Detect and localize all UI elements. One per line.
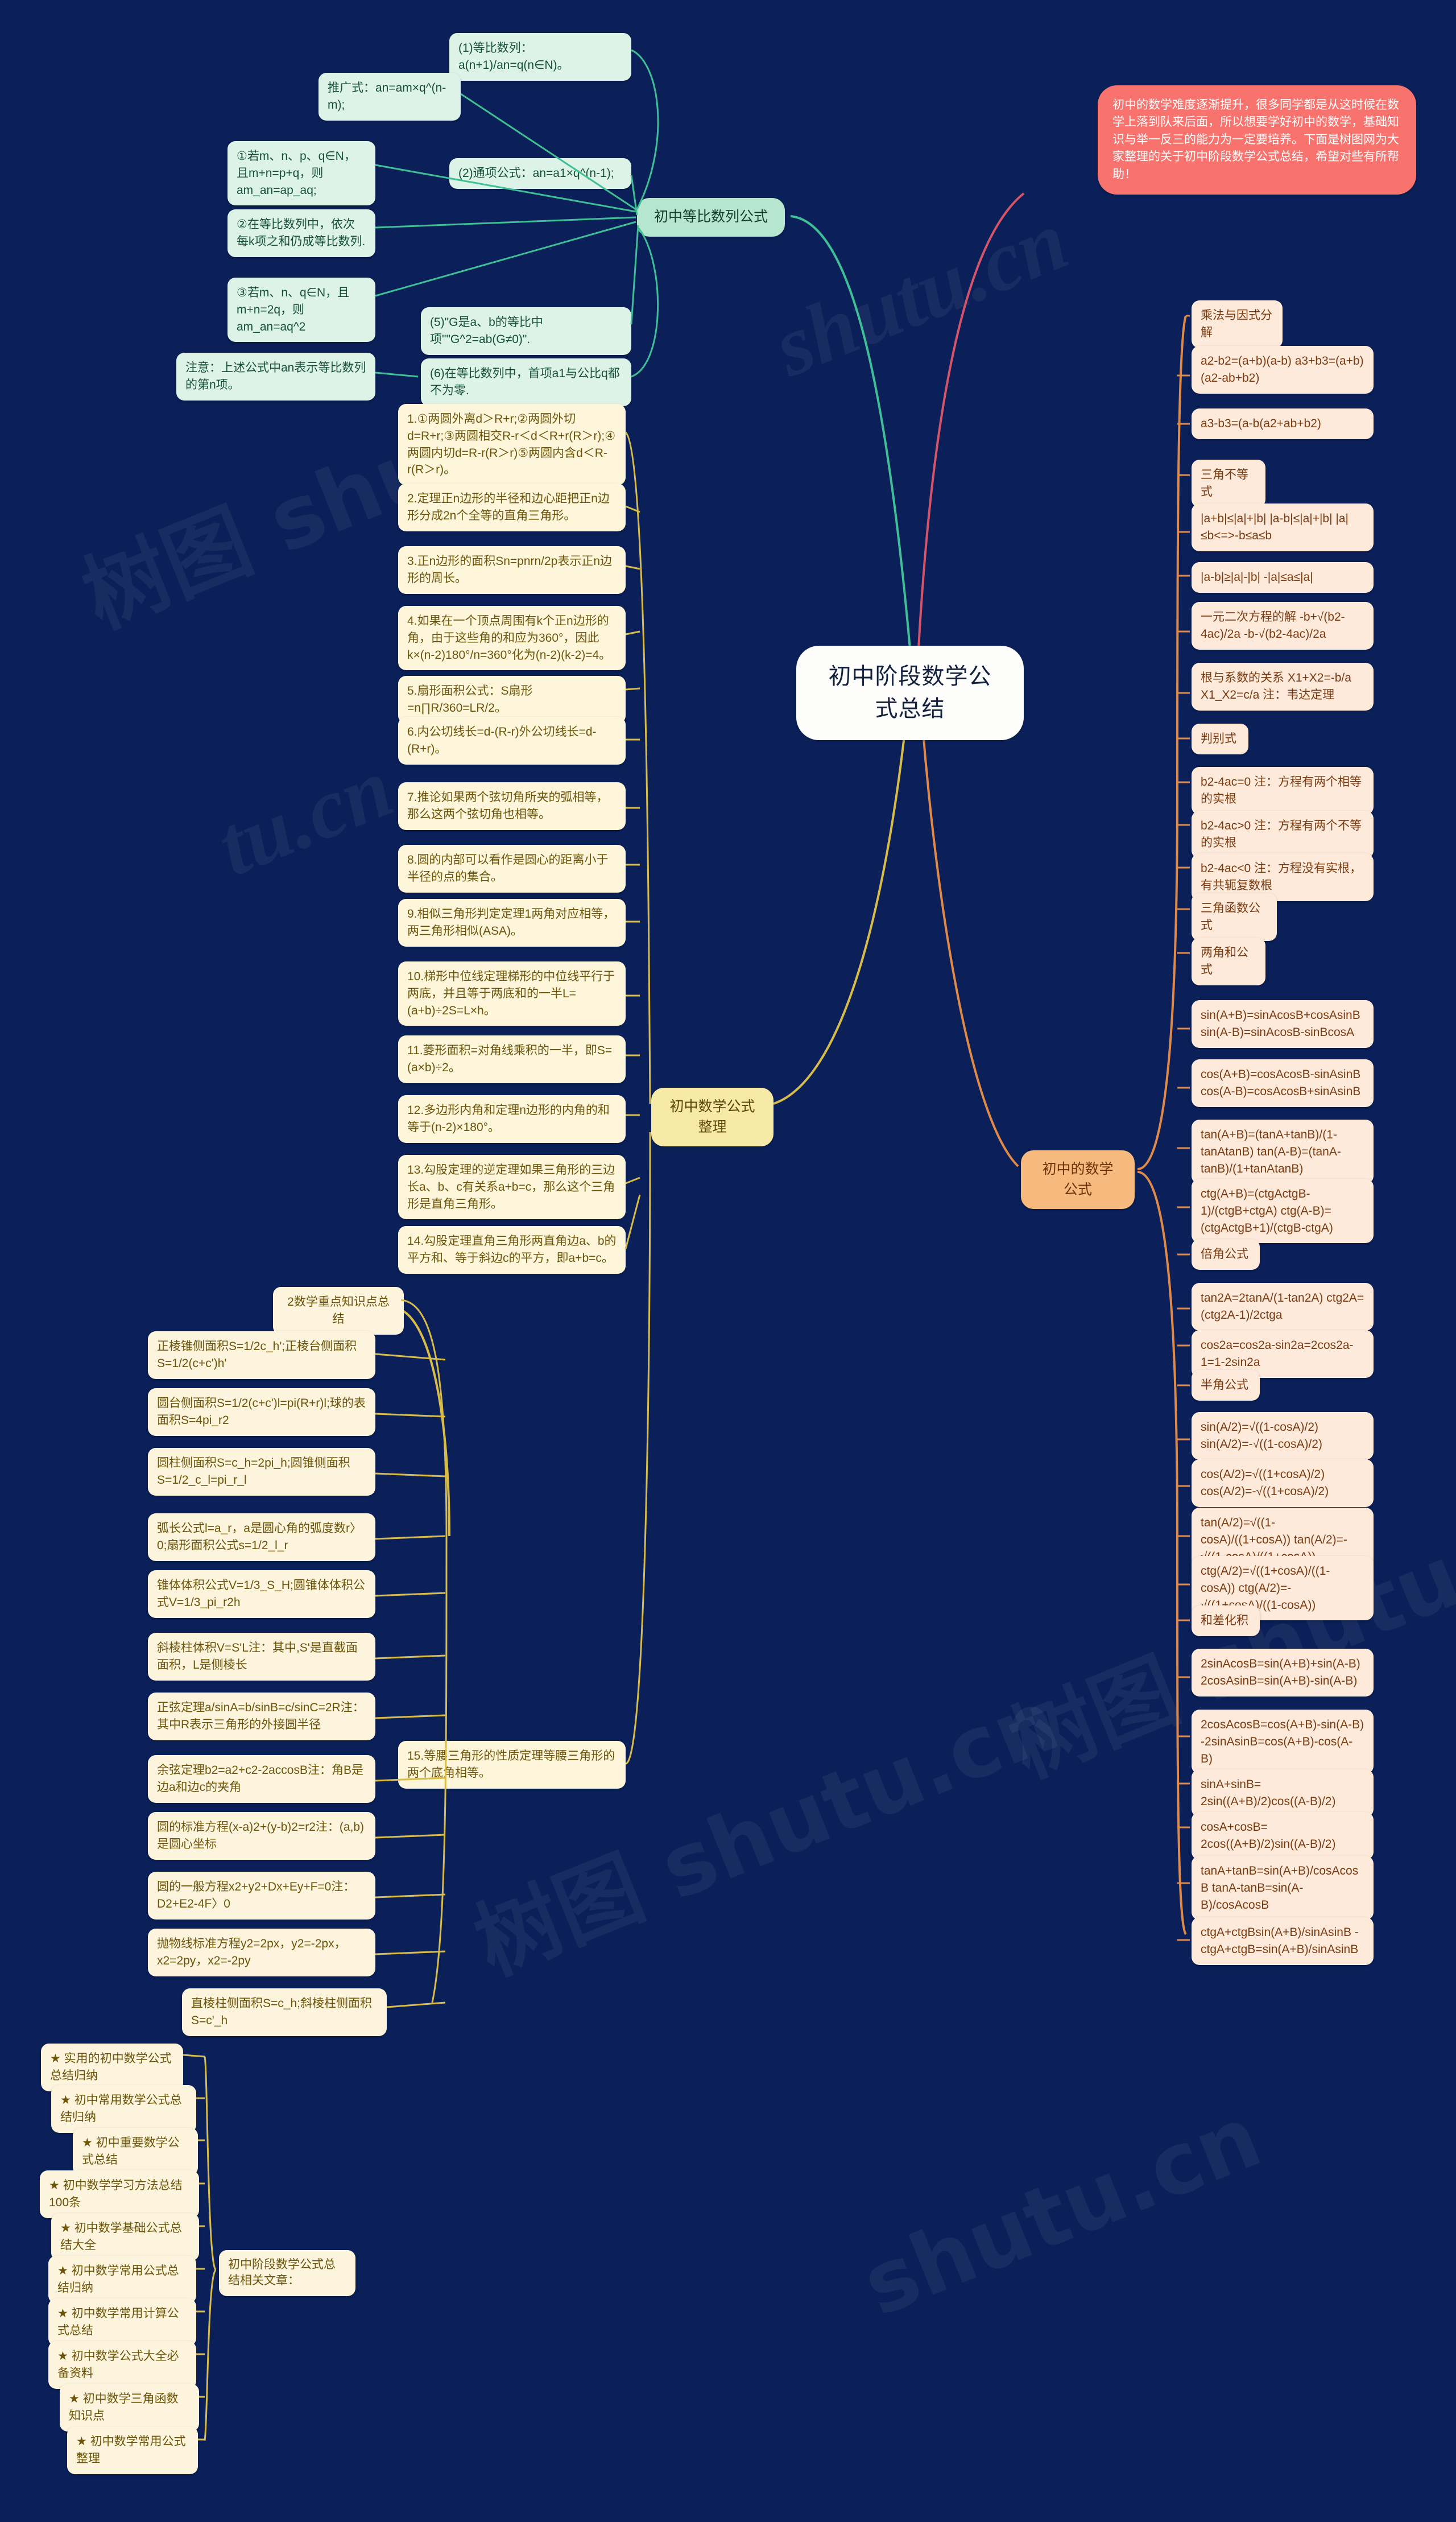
node-algebra-5[interactable]: 一元二次方程的解 -b+√(b2-4ac)/2a -b-√(b2-4ac)/2a bbox=[1192, 602, 1374, 650]
node-geometry-11[interactable]: 11.菱形面积=对角线乘积的一半，即S=(a×b)÷2。 bbox=[398, 1035, 626, 1083]
group-title-trig-functions[interactable]: 三角函数公式 bbox=[1192, 893, 1277, 941]
watermark: 树图 shutu.cn bbox=[462, 1670, 1072, 1995]
node-keypoint-8[interactable]: 余弦定理b2=a2+c2-2accosB注：角B是边a和边c的夹角 bbox=[148, 1755, 375, 1803]
node-keypoint-7[interactable]: 正弦定理a/sinA=b/sinB=c/sinC=2R注：其中R表示三角形的外接… bbox=[148, 1693, 375, 1740]
node-keypoint-9[interactable]: 圆的标准方程(x-a)2+(y-b)2=r2注：(a,b)是圆心坐标 bbox=[148, 1812, 375, 1860]
hub-algebra-formulas[interactable]: 初中的数学公式 bbox=[1021, 1150, 1135, 1209]
node-algebra-16[interactable]: sin(A/2)=√((1-cosA)/2) sin(A/2)=-√((1-co… bbox=[1192, 1412, 1374, 1460]
node-related-10[interactable]: ★ 初中数学常用公式整理 bbox=[67, 2426, 198, 2474]
group-title-multiplication-factoring[interactable]: 乘法与因式分解 bbox=[1192, 300, 1283, 348]
node-algebra-8[interactable]: b2-4ac>0 注：方程有两个不等的实根 bbox=[1192, 811, 1374, 858]
node-keypoint-1[interactable]: 正棱锥侧面积S=1/2c_h';正棱台侧面积S=1/2(c+c')h' bbox=[148, 1331, 375, 1379]
node-related-6[interactable]: ★ 初中数学常用公式总结归纳 bbox=[48, 2256, 196, 2304]
node-algebra-2[interactable]: a3-b3=(a-b(a2+ab+b2) bbox=[1192, 408, 1374, 439]
node-sequence-4[interactable]: (2)通项公式：an=a1×q^(n-1); bbox=[449, 158, 631, 189]
node-related-5[interactable]: ★ 初中数学基础公式总结大全 bbox=[51, 2213, 199, 2261]
group-title-half-angle[interactable]: 半角公式 bbox=[1192, 1370, 1260, 1401]
node-sequence-8[interactable]: 注意：上述公式中an表示等比数列的第n项。 bbox=[176, 353, 375, 401]
intro-bubble[interactable]: 初中的数学难度逐渐提升，很多同学都是从这时候在数学上落到队来后面，所以想要学好初… bbox=[1098, 85, 1416, 195]
node-geometry-6[interactable]: 6.内公切线长=d-(R-r)外公切线长=d-(R+r)。 bbox=[398, 717, 626, 765]
node-keypoint-3[interactable]: 圆柱侧面积S=c_h=2pi_h;圆锥侧面积S=1/2_c_l=pi_r_l bbox=[148, 1448, 375, 1496]
node-algebra-20[interactable]: 2sinAcosB=sin(A+B)+sin(A-B) 2cosAsinB=si… bbox=[1192, 1649, 1374, 1697]
node-sequence-5[interactable]: ②在等比数列中，依次每k项之和仍成等比数列. bbox=[228, 209, 375, 257]
node-keypoint-2[interactable]: 圆台侧面积S=1/2(c+c')l=pi(R+r)l;球的表面积S=4pi_r2 bbox=[148, 1388, 375, 1436]
node-related-1[interactable]: ★ 实用的初中数学公式总结归纳 bbox=[41, 2044, 183, 2091]
node-keypoint-10[interactable]: 圆的一般方程x2+y2+Dx+Ey+F=0注：D2+E2-4F〉0 bbox=[148, 1872, 375, 1920]
node-geometry-7[interactable]: 7.推论如果两个弦切角所夹的弧相等，那么这两个弦切角也相等。 bbox=[398, 782, 626, 830]
node-sequence-3[interactable]: ①若m、n、p、q∈N，且m+n=p+q，则am_an=ap_aq; bbox=[228, 141, 375, 206]
node-keypoint-5[interactable]: 锥体体积公式V=1/3_S_H;圆锥体体积公式V=1/3_pi_r2h bbox=[148, 1570, 375, 1618]
node-sequence-2[interactable]: 推广式：an=am×q^(n-m); bbox=[318, 73, 461, 121]
node-related-9[interactable]: ★ 初中数学三角函数知识点 bbox=[60, 2384, 199, 2432]
node-sequence-7[interactable]: (5)"G是a、b的等比中项""G^2=ab(G≠0)". bbox=[421, 307, 631, 355]
node-algebra-25[interactable]: ctgA+ctgBsin(A+B)/sinAsinB -ctgA+ctgB=si… bbox=[1192, 1917, 1374, 1965]
node-algebra-14[interactable]: tan2A=2tanA/(1-tan2A) ctg2A=(ctg2A-1)/2c… bbox=[1192, 1283, 1374, 1331]
node-geometry-note-15[interactable]: 15.等腰三角形的性质定理等腰三角形的两个底角相等。 bbox=[398, 1741, 626, 1789]
group-title-sum-product[interactable]: 和差化积 bbox=[1192, 1605, 1260, 1636]
watermark: shutu.cn bbox=[761, 192, 1081, 395]
hub-key-knowledge-points[interactable]: 2数学重点知识点总结 bbox=[273, 1287, 404, 1335]
group-title-triangle-inequality[interactable]: 三角不等式 bbox=[1192, 460, 1265, 507]
node-algebra-22[interactable]: sinA+sinB= 2sin((A+B)/2)cos((A-B)/2) bbox=[1192, 1769, 1374, 1817]
node-related-4[interactable]: ★ 初中数学学习方法总结100条 bbox=[40, 2170, 199, 2218]
node-related-2[interactable]: ★ 初中常用数学公式总结归纳 bbox=[51, 2085, 196, 2133]
node-sequence-1[interactable]: (1)等比数列：a(n+1)/an=q(n∈N)。 bbox=[449, 33, 631, 81]
node-keypoint-11[interactable]: 抛物线标准方程y2=2px，y2=-2px，x2=2py，x2=-2py bbox=[148, 1929, 375, 1976]
node-algebra-4[interactable]: |a-b|≥|a|-|b| -|a|≤a≤|a| bbox=[1192, 562, 1374, 593]
node-algebra-23[interactable]: cosA+cosB= 2cos((A+B)/2)sin((A-B)/2) bbox=[1192, 1812, 1374, 1860]
node-algebra-10[interactable]: sin(A+B)=sinAcosB+cosAsinB sin(A-B)=sinA… bbox=[1192, 1000, 1374, 1048]
node-algebra-1[interactable]: a2-b2=(a+b)(a-b) a3+b3=(a+b)(a2-ab+b2) bbox=[1192, 346, 1374, 394]
node-related-7[interactable]: ★ 初中数学常用计算公式总结 bbox=[48, 2298, 196, 2346]
watermark: tu.cn bbox=[205, 740, 406, 894]
node-sequence-6[interactable]: ③若m、n、q∈N，且m+n=2q，则am_an=aq^2 bbox=[228, 278, 375, 342]
node-algebra-24[interactable]: tanA+tanB=sin(A+B)/cosAcosB tanA-tanB=si… bbox=[1192, 1856, 1374, 1921]
watermark: shutu.cn bbox=[850, 2087, 1274, 2336]
node-algebra-13[interactable]: ctg(A+B)=(ctgActgB-1)/(ctgB+ctgA) ctg(A-… bbox=[1192, 1179, 1374, 1244]
node-related-8[interactable]: ★ 初中数学公式大全必备资料 bbox=[48, 2341, 196, 2389]
root-node[interactable]: 初中阶段数学公式总结 bbox=[796, 646, 1024, 740]
node-algebra-7[interactable]: b2-4ac=0 注：方程有两个相等的实根 bbox=[1192, 767, 1374, 815]
node-algebra-12[interactable]: tan(A+B)=(tanA+tanB)/(1-tanAtanB) tan(A-… bbox=[1192, 1120, 1374, 1184]
node-keypoint-12[interactable]: 直棱柱侧面积S=c_h;斜棱柱侧面积S=c'_h bbox=[182, 1988, 387, 2036]
node-algebra-21[interactable]: 2cosAcosB=cos(A+B)-sin(A-B) -2sinAsinB=c… bbox=[1192, 1710, 1374, 1774]
node-geometry-3[interactable]: 3.正n边形的面积Sn=pnrn/2p表示正n边形的周长。 bbox=[398, 546, 626, 594]
node-geometry-4[interactable]: 4.如果在一个顶点周围有k个正n边形的角，由于这些角的和应为360°，因此k×(… bbox=[398, 606, 626, 671]
hub-geometry-formulas[interactable]: 初中数学公式整理 bbox=[651, 1088, 774, 1146]
group-title-discriminant[interactable]: 判别式 bbox=[1192, 724, 1248, 754]
node-algebra-3[interactable]: |a+b|≤|a|+|b| |a-b|≤|a|+|b| |a|≤b<=>-b≤a… bbox=[1192, 503, 1374, 551]
node-geometry-10[interactable]: 10.梯形中位线定理梯形的中位线平行于两底，并且等于两底和的一半L=(a+b)÷… bbox=[398, 961, 626, 1026]
node-geometry-14[interactable]: 14.勾股定理直角三角形两直角边a、b的平方和、等于斜边c的平方，即a+b=c。 bbox=[398, 1226, 626, 1274]
node-algebra-11[interactable]: cos(A+B)=cosAcosB-sinAsinB cos(A-B)=cosA… bbox=[1192, 1059, 1374, 1107]
node-geometry-1[interactable]: 1.①两圆外离d＞R+r;②两圆外切d=R+r;③两圆相交R-r＜d＜R+r(R… bbox=[398, 404, 626, 486]
group-title-double-angle[interactable]: 倍角公式 bbox=[1192, 1239, 1260, 1270]
node-geometry-2[interactable]: 2.定理正n边形的半径和边心距把正n边形分成2n个全等的直角三角形。 bbox=[398, 484, 626, 531]
node-sequence-9[interactable]: (6)在等比数列中，首项a1与公比q都不为零. bbox=[421, 358, 631, 406]
group-title-angle-sum[interactable]: 两角和公式 bbox=[1192, 938, 1265, 985]
node-related-3[interactable]: ★ 初中重要数学公式总结 bbox=[73, 2128, 198, 2176]
node-geometry-13[interactable]: 13.勾股定理的逆定理如果三角形的三边长a、b、c有关系a+b=c，那么这个三角… bbox=[398, 1155, 626, 1220]
node-geometry-12[interactable]: 12.多边形内角和定理n边形的内角的和等于(n-2)×180°。 bbox=[398, 1095, 626, 1143]
node-algebra-17[interactable]: cos(A/2)=√((1+cosA)/2) cos(A/2)=-√((1+co… bbox=[1192, 1459, 1374, 1507]
hub-sequence-formulas[interactable]: 初中等比数列公式 bbox=[637, 198, 785, 237]
hub-related-articles[interactable]: 初中阶段数学公式总结相关文章： bbox=[219, 2250, 355, 2296]
node-geometry-8[interactable]: 8.圆的内部可以看作是圆心的距离小于半径的点的集合。 bbox=[398, 845, 626, 893]
mindmap-canvas: 树图 shutu shutu.cn 树图 shutu.cn 树图 shutu t… bbox=[0, 0, 1456, 2522]
node-geometry-9[interactable]: 9.相似三角形判定定理1两角对应相等，两三角形相似(ASA)。 bbox=[398, 899, 626, 947]
node-keypoint-6[interactable]: 斜棱柱体积V=S'L注：其中,S'是直截面面积，L是侧棱长 bbox=[148, 1633, 375, 1681]
node-keypoint-4[interactable]: 弧长公式l=a_r，a是圆心角的弧度数r〉0;扇形面积公式s=1/2_l_r bbox=[148, 1513, 375, 1561]
node-algebra-6[interactable]: 根与系数的关系 X1+X2=-b/a X1_X2=c/a 注：韦达定理 bbox=[1192, 663, 1374, 711]
